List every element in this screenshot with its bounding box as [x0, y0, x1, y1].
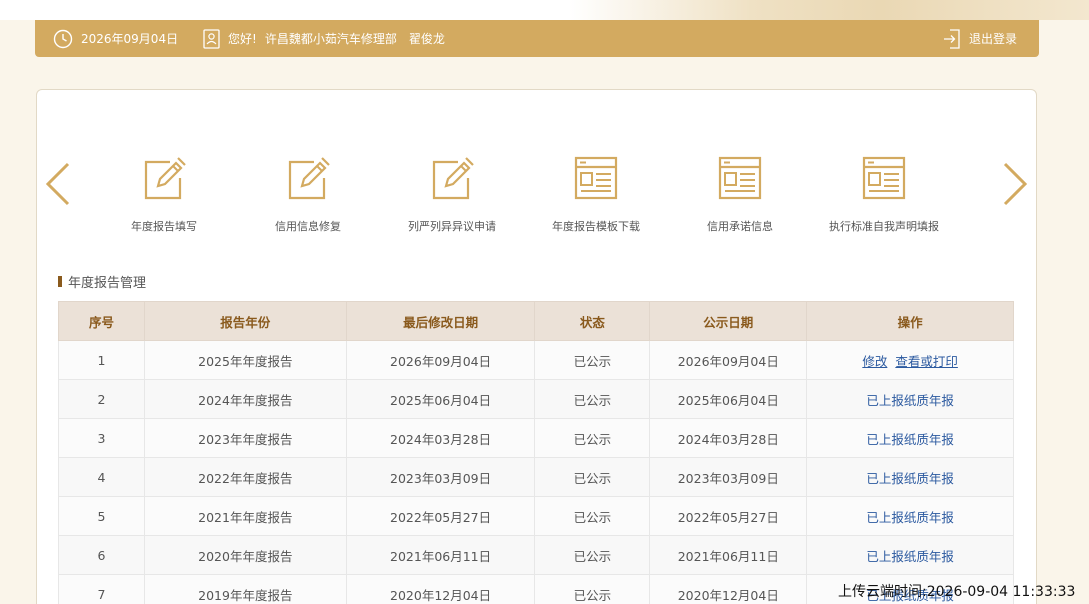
cell-no: 4: [58, 457, 145, 497]
cell-year: 2022年年度报告: [143, 457, 347, 497]
quick-credit-repair[interactable]: 信用信息修复: [243, 154, 373, 234]
cell-year: 2019年年度报告: [143, 574, 347, 604]
cell-published: 2022年05月27日: [649, 496, 808, 536]
paper-report-link[interactable]: 已上报纸质年报: [866, 393, 954, 408]
edit-doc-icon: [288, 157, 330, 200]
cell-no: 2: [58, 379, 145, 419]
cell-no: 6: [58, 535, 145, 575]
cell-published: 2024年03月28日: [649, 418, 808, 458]
header-date: 2026年09月04日: [53, 20, 178, 57]
cell-modified: 2026年09月04日: [345, 340, 536, 380]
table-row: 3 2023年年度报告 2024年03月28日 已公示 2024年03月28日 …: [58, 418, 1014, 458]
cell-modified: 2021年06月11日: [345, 535, 536, 575]
cell-actions: 已上报纸质年报: [806, 457, 1014, 497]
cell-status: 已公示: [534, 379, 651, 419]
quick-objection-application[interactable]: 列严列异异议申请: [387, 154, 517, 234]
cell-status: 已公示: [534, 457, 651, 497]
cell-published: 2025年06月04日: [649, 379, 808, 419]
table-row: 1 2025年年度报告 2026年09月04日 已公示 2026年09月04日 …: [58, 340, 1014, 380]
section-title-text: 年度报告管理: [68, 276, 147, 291]
cell-no: 1: [58, 340, 145, 380]
quick-label: 年度报告填写: [131, 220, 197, 233]
section-title: 年度报告管理: [58, 272, 146, 291]
header-date-text: 2026年09月04日: [81, 32, 179, 46]
quick-standard-declaration[interactable]: 执行标准自我声明填报: [819, 154, 949, 234]
form-doc-icon: [862, 156, 906, 200]
cell-no: 3: [58, 418, 145, 458]
form-doc-icon: [718, 156, 762, 200]
cell-modified: 2023年03月09日: [345, 457, 536, 497]
carousel-prev-button[interactable]: [44, 162, 72, 206]
quick-label: 列严列异异议申请: [408, 220, 496, 233]
cell-status: 已公示: [534, 496, 651, 536]
top-header-bar: 2026年09月04日 您好! 许昌魏都小茹汽车修理部 翟俊龙 退出登录: [35, 20, 1039, 57]
cell-actions: 已上报纸质年报: [806, 535, 1014, 575]
col-header: 状态: [534, 301, 651, 341]
edit-doc-icon: [432, 157, 474, 200]
cell-no: 7: [58, 574, 145, 604]
edit-doc-icon: [144, 157, 186, 200]
table-row: 5 2021年年度报告 2022年05月27日 已公示 2022年05月27日 …: [58, 496, 1014, 536]
quick-credit-commitment[interactable]: 信用承诺信息: [675, 154, 805, 234]
view-print-link[interactable]: 查看或打印: [895, 354, 958, 369]
col-header: 序号: [58, 301, 145, 341]
carousel-next-button[interactable]: [1001, 162, 1029, 206]
cell-status: 已公示: [534, 340, 651, 380]
upload-time-stamp: 上传云端时间:2026-09-04 11:33:33: [838, 584, 1076, 600]
clock-icon: [53, 29, 73, 48]
cell-year: 2025年年度报告: [143, 340, 347, 380]
table-row: 2 2024年年度报告 2025年06月04日 已公示 2025年06月04日 …: [58, 379, 1014, 419]
greeting-text: 您好!: [228, 32, 257, 46]
cell-modified: 2020年12月04日: [345, 574, 536, 604]
quick-annual-report-fill[interactable]: 年度报告填写: [99, 154, 229, 234]
cell-modified: 2022年05月27日: [345, 496, 536, 536]
cell-year: 2023年年度报告: [143, 418, 347, 458]
cell-year: 2020年年度报告: [143, 535, 347, 575]
cell-published: 2023年03月09日: [649, 457, 808, 497]
decorative-banner: [569, 0, 1089, 20]
logout-icon: [943, 28, 960, 49]
cell-actions: 修改 查看或打印: [806, 340, 1014, 380]
cell-published: 2026年09月04日: [649, 340, 808, 380]
cell-status: 已公示: [534, 535, 651, 575]
logout-button[interactable]: 退出登录: [943, 20, 1017, 57]
cell-status: 已公示: [534, 418, 651, 458]
paper-report-link[interactable]: 已上报纸质年报: [866, 549, 954, 564]
col-header: 操作: [806, 301, 1014, 341]
paper-report-link[interactable]: 已上报纸质年报: [866, 510, 954, 525]
table-row: 4 2022年年度报告 2023年03月09日 已公示 2023年03月09日 …: [58, 457, 1014, 497]
paper-report-link[interactable]: 已上报纸质年报: [866, 432, 954, 447]
cell-status: 已公示: [534, 574, 651, 604]
quick-label: 年度报告模板下载: [552, 220, 640, 233]
cell-published: 2020年12月04日: [649, 574, 808, 604]
table-row: 6 2020年年度报告 2021年06月11日 已公示 2021年06月11日 …: [58, 535, 1014, 575]
quick-label: 信用承诺信息: [707, 220, 773, 233]
section-bar: [58, 276, 62, 287]
logout-label: 退出登录: [968, 32, 1017, 46]
col-header: 公示日期: [649, 301, 808, 341]
paper-report-link[interactable]: 已上报纸质年报: [866, 471, 954, 486]
form-doc-icon: [574, 156, 618, 200]
quick-label: 信用信息修复: [275, 220, 341, 233]
cell-published: 2021年06月11日: [649, 535, 808, 575]
user-name: 翟俊龙: [408, 32, 445, 46]
cell-no: 5: [58, 496, 145, 536]
cell-actions: 已上报纸质年报: [806, 379, 1014, 419]
quick-label: 执行标准自我声明填报: [829, 220, 939, 233]
edit-link[interactable]: 修改: [862, 354, 887, 369]
annual-report-table: 序号 报告年份 最后修改日期 状态 公示日期 操作 1 2025年年度报告 20…: [58, 301, 1014, 604]
col-header: 最后修改日期: [345, 301, 536, 341]
cell-actions: 已上报纸质年报: [806, 496, 1014, 536]
cell-actions: 已上报纸质年报: [806, 418, 1014, 458]
cell-year: 2024年年度报告: [143, 379, 347, 419]
user-card-icon: [203, 28, 220, 49]
table-header-row: 序号 报告年份 最后修改日期 状态 公示日期 操作: [58, 301, 1014, 341]
company-name: 许昌魏都小茹汽车修理部: [264, 32, 397, 46]
cell-year: 2021年年度报告: [143, 496, 347, 536]
cell-modified: 2024年03月28日: [345, 418, 536, 458]
header-user-info: 您好! 许昌魏都小茹汽车修理部 翟俊龙: [203, 20, 445, 57]
cell-modified: 2025年06月04日: [345, 379, 536, 419]
col-header: 报告年份: [143, 301, 347, 341]
quick-template-download[interactable]: 年度报告模板下载: [531, 154, 661, 234]
